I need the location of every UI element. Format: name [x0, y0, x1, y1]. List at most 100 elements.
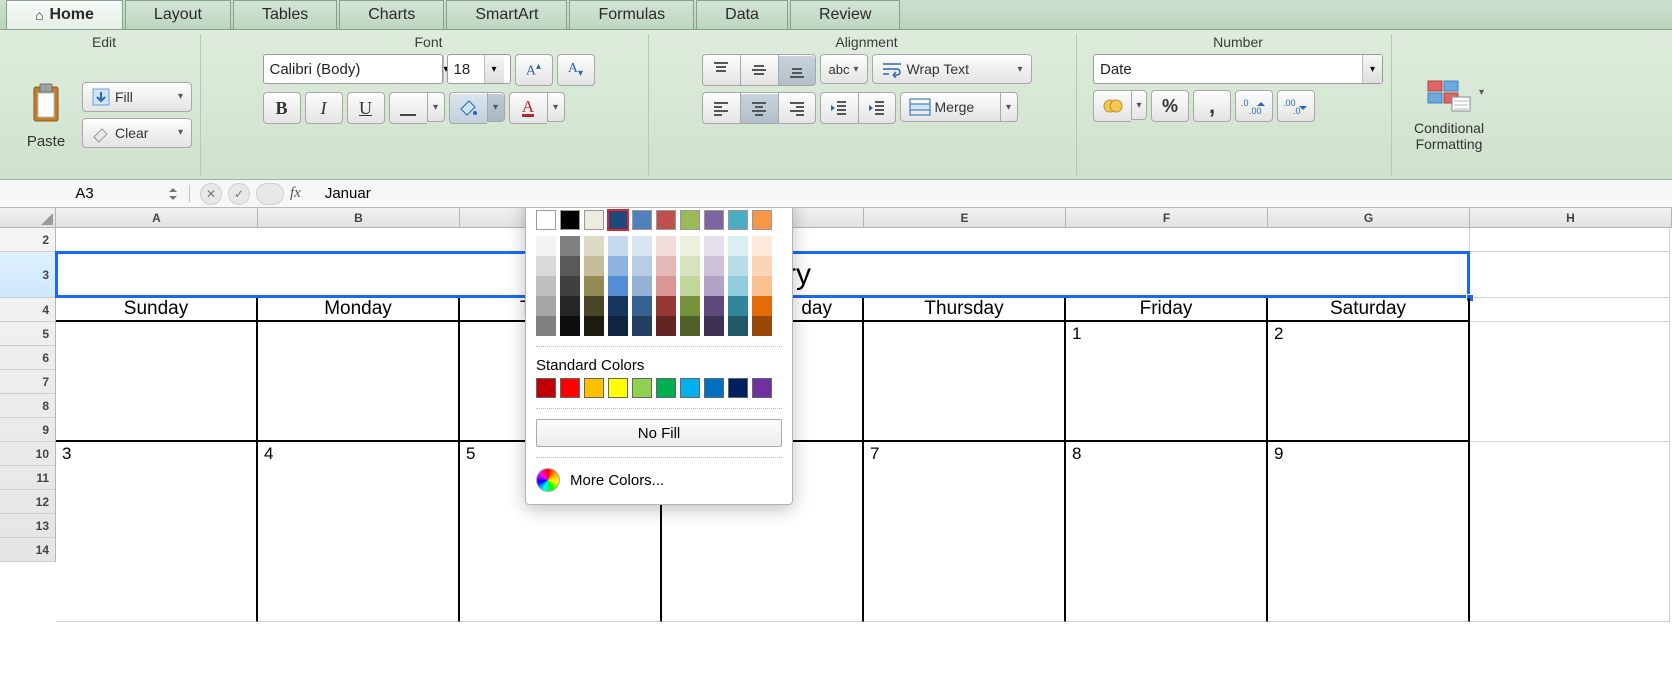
- cell-day-header[interactable]: Saturday: [1268, 298, 1470, 322]
- cell[interactable]: [1470, 228, 1670, 252]
- row-header[interactable]: 9: [0, 418, 55, 442]
- fill-color-dropdown[interactable]: ▾: [487, 92, 505, 122]
- cell[interactable]: [1470, 442, 1670, 622]
- paste-button[interactable]: Paste: [16, 79, 76, 150]
- col-header-e[interactable]: E: [864, 208, 1066, 227]
- comma-button[interactable]: ,: [1193, 90, 1231, 122]
- color-swatch[interactable]: [752, 210, 772, 230]
- color-swatch[interactable]: [632, 316, 652, 336]
- color-swatch[interactable]: [680, 296, 700, 316]
- fill-button[interactable]: Fill ▾: [82, 82, 192, 112]
- tab-smartart[interactable]: SmartArt: [446, 0, 567, 29]
- color-swatch[interactable]: [608, 296, 628, 316]
- color-swatch[interactable]: [560, 236, 580, 256]
- select-all-corner[interactable]: [0, 208, 56, 228]
- color-swatch[interactable]: [632, 210, 652, 230]
- color-swatch[interactable]: [656, 210, 676, 230]
- cancel-formula-button[interactable]: ✕: [200, 183, 222, 205]
- chevron-down-icon[interactable]: ▾: [484, 55, 504, 83]
- color-swatch[interactable]: [752, 378, 772, 398]
- color-swatch[interactable]: [656, 316, 676, 336]
- color-swatch[interactable]: [704, 316, 724, 336]
- align-right-button[interactable]: [778, 92, 816, 124]
- color-swatch[interactable]: [584, 256, 604, 276]
- cell[interactable]: 4: [258, 442, 460, 622]
- align-center-button[interactable]: [740, 92, 778, 124]
- cell[interactable]: [1470, 298, 1670, 322]
- color-swatch[interactable]: [680, 276, 700, 296]
- color-swatch[interactable]: [680, 236, 700, 256]
- color-swatch[interactable]: [632, 236, 652, 256]
- row-header[interactable]: 8: [0, 394, 55, 418]
- color-swatch[interactable]: [656, 276, 676, 296]
- color-swatch[interactable]: [656, 236, 676, 256]
- font-size-input[interactable]: [448, 61, 484, 78]
- color-swatch[interactable]: [680, 378, 700, 398]
- color-swatch[interactable]: [560, 210, 580, 230]
- increase-decimal-button[interactable]: .0.00: [1235, 90, 1273, 122]
- color-swatch[interactable]: [608, 256, 628, 276]
- merge-button[interactable]: Merge: [900, 92, 1000, 122]
- col-header-h[interactable]: H: [1470, 208, 1672, 227]
- color-swatch[interactable]: [584, 316, 604, 336]
- tab-home[interactable]: ⌂ Home: [6, 0, 123, 29]
- grid[interactable]: ry Sunday Monday T day Thursday Friday S…: [56, 228, 1672, 676]
- percent-button[interactable]: %: [1151, 90, 1189, 122]
- color-swatch[interactable]: [728, 276, 748, 296]
- color-swatch[interactable]: [680, 316, 700, 336]
- fill-color-button[interactable]: [449, 92, 487, 124]
- color-swatch[interactable]: [536, 276, 556, 296]
- color-swatch[interactable]: [608, 316, 628, 336]
- cell[interactable]: [258, 322, 460, 442]
- cell[interactable]: 7: [864, 442, 1066, 622]
- align-left-button[interactable]: [702, 92, 740, 124]
- align-middle-button[interactable]: [740, 54, 778, 86]
- font-size-combo[interactable]: ▾: [447, 54, 511, 84]
- currency-dropdown[interactable]: ▾: [1131, 90, 1147, 120]
- clear-button[interactable]: Clear ▾: [82, 118, 192, 148]
- cell[interactable]: 2: [1268, 322, 1470, 442]
- cell-day-header[interactable]: Sunday: [56, 298, 258, 322]
- color-swatch[interactable]: [728, 316, 748, 336]
- name-box[interactable]: A3: [0, 185, 190, 202]
- color-swatch[interactable]: [680, 256, 700, 276]
- color-swatch[interactable]: [752, 236, 772, 256]
- chevron-down-icon[interactable]: ▾: [1362, 55, 1382, 83]
- formula-builder-button[interactable]: [256, 183, 284, 205]
- color-swatch[interactable]: [536, 296, 556, 316]
- font-name-combo[interactable]: ▾: [263, 54, 443, 84]
- color-swatch[interactable]: [608, 378, 628, 398]
- color-swatch[interactable]: [608, 210, 628, 230]
- color-swatch[interactable]: [584, 210, 604, 230]
- color-swatch[interactable]: [752, 276, 772, 296]
- cell-day-header[interactable]: Thursday: [864, 298, 1066, 322]
- color-swatch[interactable]: [704, 276, 724, 296]
- color-swatch[interactable]: [584, 378, 604, 398]
- color-swatch[interactable]: [752, 296, 772, 316]
- row-header[interactable]: 14: [0, 538, 55, 562]
- row-header[interactable]: 12: [0, 490, 55, 514]
- number-format-input[interactable]: [1094, 61, 1362, 78]
- color-swatch[interactable]: [728, 210, 748, 230]
- italic-button[interactable]: I: [305, 92, 343, 124]
- row-header[interactable]: 2: [0, 228, 55, 252]
- font-name-input[interactable]: [264, 61, 443, 78]
- color-swatch[interactable]: [728, 378, 748, 398]
- color-swatch[interactable]: [536, 378, 556, 398]
- row-header[interactable]: 10: [0, 442, 55, 466]
- color-swatch[interactable]: [632, 378, 652, 398]
- color-swatch[interactable]: [704, 210, 724, 230]
- color-swatch[interactable]: [728, 236, 748, 256]
- accept-formula-button[interactable]: ✓: [228, 183, 250, 205]
- cell[interactable]: 3: [56, 442, 258, 622]
- color-swatch[interactable]: [680, 210, 700, 230]
- color-swatch[interactable]: [536, 236, 556, 256]
- col-header-g[interactable]: G: [1268, 208, 1470, 227]
- color-swatch[interactable]: [656, 296, 676, 316]
- wrap-text-button[interactable]: Wrap Text ▾: [872, 54, 1032, 84]
- formula-input[interactable]: Januar: [319, 185, 1672, 202]
- tab-review[interactable]: Review: [790, 0, 900, 29]
- tab-data[interactable]: Data: [696, 0, 788, 29]
- color-swatch[interactable]: [632, 276, 652, 296]
- row-header[interactable]: 7: [0, 370, 55, 394]
